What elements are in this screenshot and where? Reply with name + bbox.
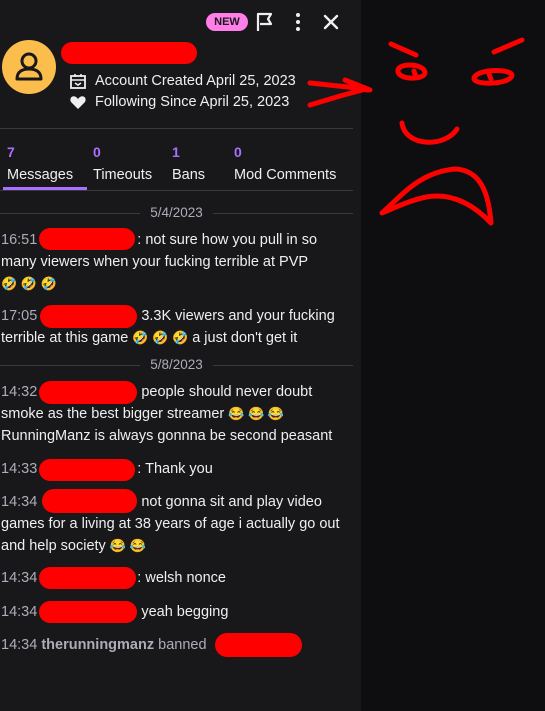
close-icon[interactable] [320, 11, 342, 33]
laughing-emote: 🤣 🤣 🤣 [1, 276, 57, 291]
messages-count: 7 [7, 144, 15, 160]
message-time: 14:34 [1, 570, 38, 586]
heart-icon [69, 93, 87, 111]
message-time: 14:32 [1, 384, 38, 400]
message-text: a just don't get it [188, 330, 298, 346]
divider [0, 128, 353, 129]
username-redaction [39, 381, 137, 404]
message-time: 14:34 [1, 494, 38, 510]
joy-emote: 😂 😂 😂 [228, 406, 285, 421]
event-time: 14:34 [1, 637, 38, 653]
tab-timeouts[interactable]: 0 Timeouts [93, 144, 152, 183]
tab-messages[interactable]: 7 Messages [7, 144, 73, 183]
date-separator: 5/4/2023 [0, 205, 353, 221]
bans-label: Bans [172, 167, 206, 183]
username-redaction [40, 305, 137, 328]
moderator-name[interactable]: therunningmanz [41, 637, 154, 653]
message-time: 17:05 [1, 308, 38, 324]
date-label: 5/8/2023 [140, 357, 213, 372]
user-card: NEW Account Created April 25, 2023 Follo… [0, 0, 361, 711]
joy-emote: 😂 😂 [109, 538, 146, 553]
event-action: banned [158, 637, 207, 653]
flag-icon[interactable] [254, 11, 276, 33]
bans-count: 1 [172, 144, 180, 160]
username-redaction [42, 489, 137, 513]
message-text: yeah begging [137, 604, 229, 620]
background [361, 0, 545, 711]
new-badge: NEW [206, 13, 248, 31]
date-separator: 5/8/2023 [0, 357, 353, 373]
username-redaction [39, 567, 136, 589]
calendar-icon [69, 72, 87, 90]
following-since-text: Following Since April 25, 2023 [95, 94, 290, 110]
message-time: 14:34 [1, 604, 38, 620]
message-text: : Thank you [137, 461, 213, 477]
laughing-emote: 🤣 🤣 🤣 [132, 330, 189, 345]
username-redaction [61, 42, 197, 64]
messages-label: Messages [7, 167, 74, 183]
account-created-text: Account Created April 25, 2023 [95, 73, 296, 89]
message-text: RunningManz is always gonnna be second p… [1, 428, 333, 444]
tab-bans[interactable]: 1 Bans [172, 144, 205, 183]
username-redaction [215, 633, 302, 657]
mod-comments-label: Mod Comments [234, 167, 337, 183]
tab-mod-comments[interactable]: 0 Mod Comments [234, 144, 336, 183]
more-vertical-icon[interactable] [287, 11, 309, 33]
username-redaction [39, 601, 137, 623]
divider [0, 190, 353, 191]
avatar[interactable] [2, 40, 56, 94]
message-text: : welsh nonce [137, 570, 226, 586]
username-redaction [39, 228, 135, 250]
user-icon [15, 52, 43, 81]
timeouts-count: 0 [93, 144, 101, 160]
date-label: 5/4/2023 [140, 205, 213, 220]
mod-comments-count: 0 [234, 144, 242, 160]
timeouts-label: Timeouts [93, 167, 153, 183]
username-redaction [39, 459, 135, 481]
message-time: 14:33 [1, 461, 38, 477]
message-time: 16:51 [1, 232, 38, 248]
